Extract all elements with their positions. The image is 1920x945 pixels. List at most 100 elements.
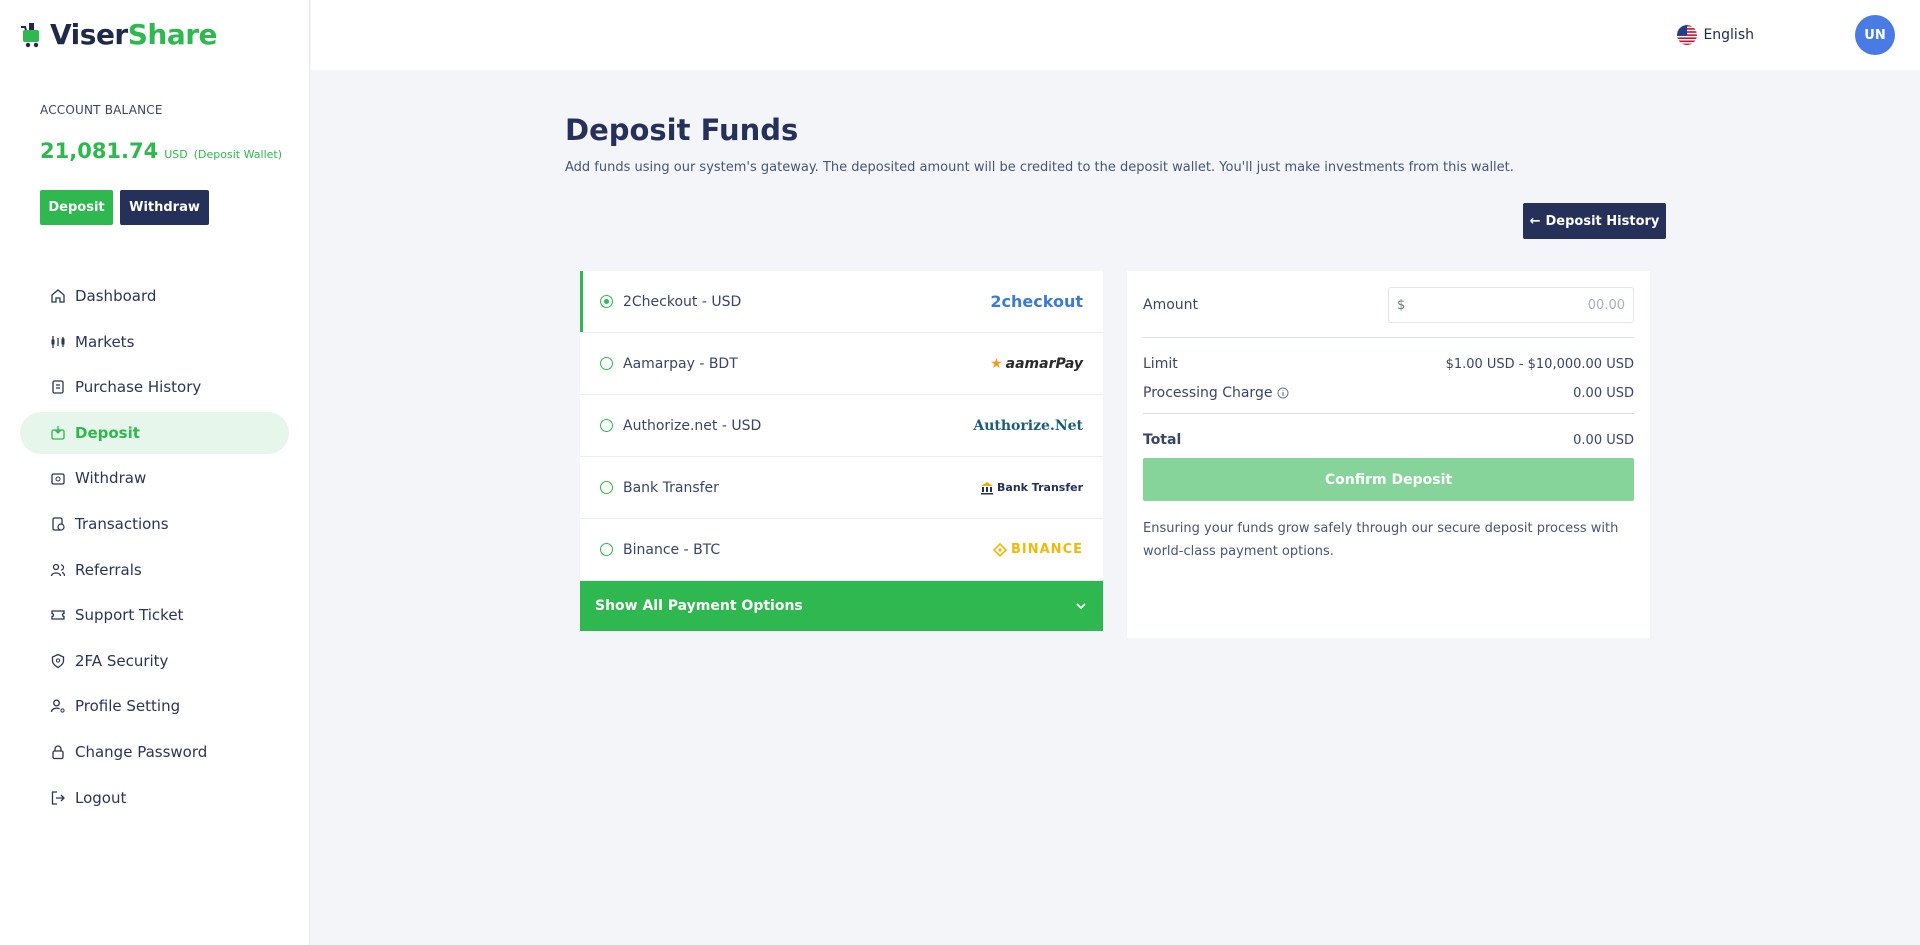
sidebar-item-label: Dashboard xyxy=(75,287,157,305)
page-title: Deposit Funds xyxy=(565,113,799,147)
topbar: English UN xyxy=(311,0,1920,70)
gateway-name: Binance - BTC xyxy=(623,541,721,558)
shield-icon xyxy=(50,653,66,669)
language-label: English xyxy=(1703,27,1754,43)
sidebar-item-purchase-history[interactable]: Purchase History xyxy=(20,366,289,408)
lock-icon xyxy=(50,744,66,760)
divider xyxy=(1143,413,1634,414)
sidebar-item-label: Transactions xyxy=(75,514,169,533)
info-icon[interactable] xyxy=(1277,387,1289,399)
sidebar-nav: Dashboard Markets Purchase History Depos… xyxy=(20,275,289,822)
sidebar-item-label: Purchase History xyxy=(75,378,202,397)
binance-diamond-icon xyxy=(993,542,1007,557)
radio-icon[interactable] xyxy=(600,419,613,432)
radio-icon[interactable] xyxy=(600,543,613,556)
language-selector[interactable]: English xyxy=(1677,25,1754,45)
chevron-down-icon xyxy=(1076,603,1086,610)
sidebar-deposit-button[interactable]: Deposit xyxy=(40,190,113,225)
user-avatar[interactable]: UN xyxy=(1855,15,1895,55)
balance-currency: USD xyxy=(164,148,188,161)
brand-name: ViserShare xyxy=(50,18,218,51)
limit-row: Limit $1.00 USD - $10,000.00 USD xyxy=(1143,356,1634,372)
processing-charge-value: 0.00 USD xyxy=(1573,385,1634,401)
gateway-option-2checkout[interactable]: 2Checkout - USD 2checkout xyxy=(580,271,1103,333)
receipt-icon xyxy=(50,379,66,395)
confirm-deposit-button[interactable]: Confirm Deposit xyxy=(1143,458,1634,501)
balance-amount: 21,081.74 xyxy=(40,139,159,163)
cart-logo-icon xyxy=(21,22,39,47)
deposit-summary-panel: Amount $ Limit $1.00 USD - $10,000.00 US… xyxy=(1127,271,1650,638)
users-icon xyxy=(50,562,66,578)
sidebar: ViserShare ACCOUNT BALANCE 21,081.74 USD… xyxy=(0,0,310,945)
show-all-label: Show All Payment Options xyxy=(595,598,803,614)
gateway-name: Bank Transfer xyxy=(623,479,719,496)
sidebar-item-label: 2FA Security xyxy=(75,651,169,670)
sidebar-item-label: Referrals xyxy=(75,560,142,579)
divider xyxy=(1143,337,1634,338)
brand-logo[interactable]: ViserShare xyxy=(20,18,218,51)
processing-charge-label-group: Processing Charge xyxy=(1143,385,1289,401)
gateway-option-aamarpay[interactable]: Aamarpay - BDT ★ aamarPay xyxy=(580,333,1103,395)
ticket-icon xyxy=(50,607,66,623)
aamarpay-logo: ★ aamarPay xyxy=(990,356,1083,372)
account-balance: 21,081.74 USD (Deposit Wallet) xyxy=(40,139,282,163)
gateway-name: Aamarpay - BDT xyxy=(623,355,738,372)
sidebar-item-logout[interactable]: Logout xyxy=(20,777,289,819)
sidebar-item-label: Deposit xyxy=(75,423,140,442)
gateway-name: Authorize.net - USD xyxy=(623,417,762,434)
star-icon: ★ xyxy=(990,355,1003,372)
radio-icon[interactable] xyxy=(600,357,613,370)
sidebar-item-label: Withdraw xyxy=(75,469,147,488)
radio-icon[interactable] xyxy=(600,481,613,494)
sidebar-item-support-ticket[interactable]: Support Ticket xyxy=(20,594,289,636)
sidebar-item-referrals[interactable]: Referrals xyxy=(20,549,289,591)
radio-selected-icon[interactable] xyxy=(600,295,613,308)
deposit-note: Ensuring your funds grow safely through … xyxy=(1143,521,1619,559)
balance-wallet: (Deposit Wallet) xyxy=(193,148,283,161)
amount-row: Amount $ xyxy=(1143,287,1634,323)
bank-icon xyxy=(981,481,994,494)
gateway-option-authorize-net[interactable]: Authorize.net - USD Authorize.Net xyxy=(580,395,1103,457)
amount-input[interactable] xyxy=(1405,297,1625,313)
amount-label: Amount xyxy=(1143,297,1199,313)
us-flag-icon xyxy=(1677,25,1698,45)
page-description: Add funds using our system's gateway. Th… xyxy=(565,160,1514,175)
payment-gateway-list: 2Checkout - USD 2checkout Aamarpay - BDT… xyxy=(580,271,1103,631)
sidebar-item-withdraw[interactable]: Withdraw xyxy=(20,457,289,499)
total-row: Total 0.00 USD xyxy=(1143,432,1634,448)
sidebar-item-label: Logout xyxy=(75,788,127,807)
2checkout-logo: 2checkout xyxy=(990,292,1083,311)
sidebar-item-markets[interactable]: Markets xyxy=(20,321,289,363)
markets-icon xyxy=(50,334,66,350)
currency-symbol: $ xyxy=(1397,297,1406,313)
bank-transfer-logo: Bank Transfer xyxy=(980,481,1083,495)
binance-logo: BINANCE xyxy=(993,542,1083,557)
gateway-option-bank-transfer[interactable]: Bank Transfer Bank Transfer xyxy=(580,457,1103,519)
sidebar-item-label: Change Password xyxy=(75,742,208,761)
show-all-payment-options-button[interactable]: Show All Payment Options xyxy=(580,581,1103,631)
sidebar-withdraw-button[interactable]: Withdraw xyxy=(120,190,209,225)
sidebar-item-dashboard[interactable]: Dashboard xyxy=(20,275,289,317)
sidebar-item-label: Markets xyxy=(75,332,135,351)
bank-transfer-logo-text: Bank Transfer xyxy=(997,481,1083,494)
sidebar-item-profile-setting[interactable]: Profile Setting xyxy=(20,685,289,727)
limit-value: $1.00 USD - $10,000.00 USD xyxy=(1445,356,1634,372)
home-icon xyxy=(50,288,66,304)
binance-logo-text: BINANCE xyxy=(1011,542,1083,557)
sidebar-item-change-password[interactable]: Change Password xyxy=(20,731,289,773)
sidebar-item-2fa-security[interactable]: 2FA Security xyxy=(20,640,289,682)
total-value: 0.00 USD xyxy=(1573,432,1634,448)
gateway-option-binance[interactable]: Binance - BTC BINANCE xyxy=(580,519,1103,581)
authorize-net-logo: Authorize.Net xyxy=(973,417,1083,434)
deposit-history-button[interactable]: ← Deposit History xyxy=(1523,203,1666,239)
limit-label: Limit xyxy=(1143,356,1178,372)
sidebar-item-deposit[interactable]: Deposit xyxy=(20,411,289,454)
amount-field[interactable]: $ xyxy=(1388,287,1634,323)
account-balance-label: ACCOUNT BALANCE xyxy=(40,103,163,117)
sidebar-item-label: Profile Setting xyxy=(75,697,181,716)
processing-charge-row: Processing Charge 0.00 USD xyxy=(1143,385,1634,401)
gateway-name: 2Checkout - USD xyxy=(623,293,742,310)
sidebar-item-transactions[interactable]: Transactions xyxy=(20,503,289,545)
sidebar-item-label: Support Ticket xyxy=(75,606,184,625)
transactions-icon xyxy=(50,516,66,532)
